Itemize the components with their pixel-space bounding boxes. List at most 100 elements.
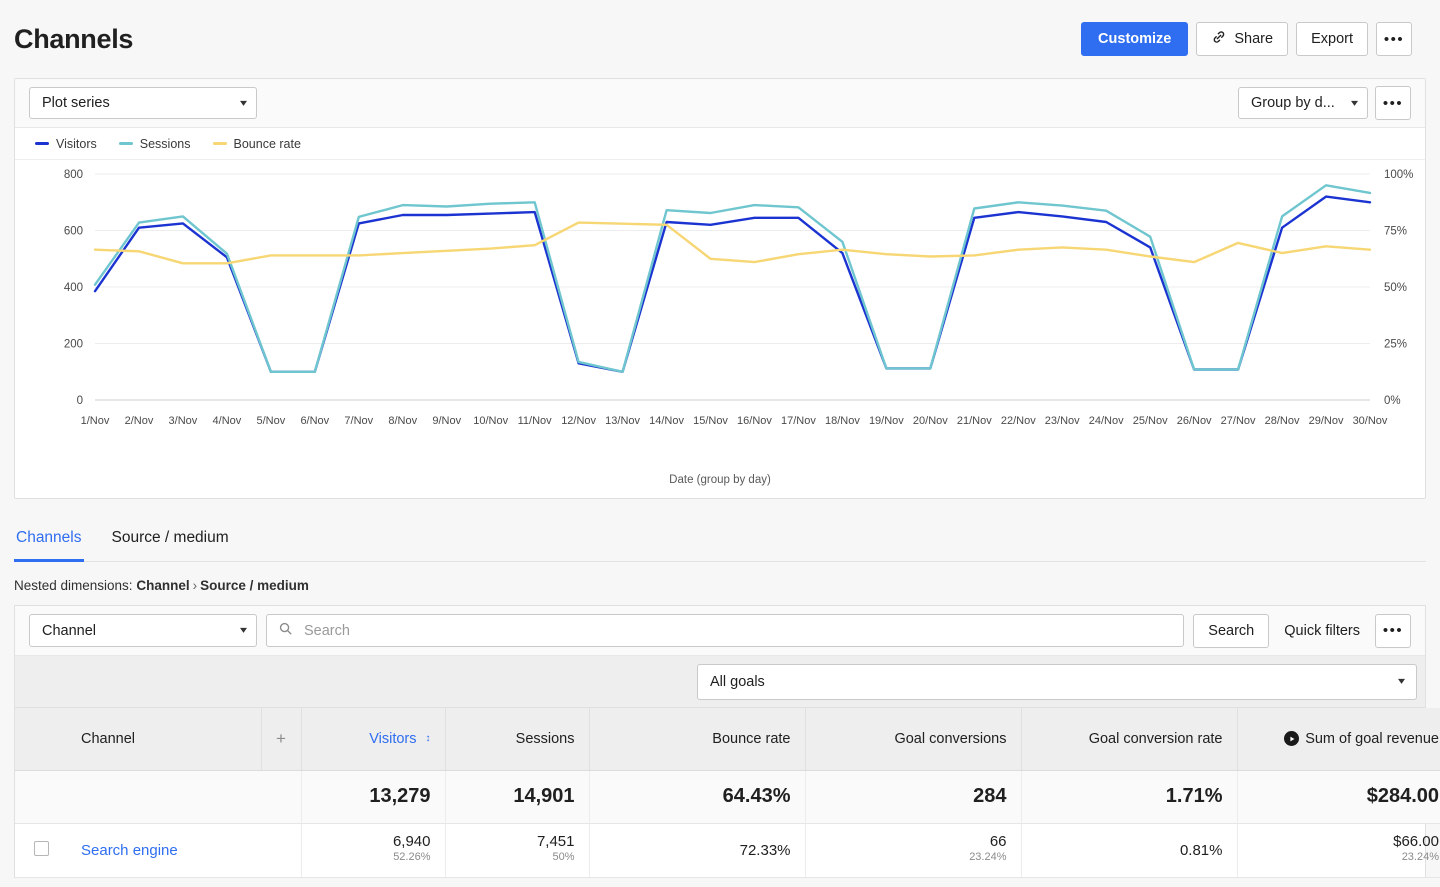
nested-dimension-second[interactable]: Source / medium (200, 578, 309, 593)
table-totals-row: 13,279 14,901 64.43% 284 1.71% $284.00 (15, 770, 1440, 824)
row-sessions-value: 7,451 (536, 833, 575, 851)
table-row: Search engine 6,940 52.26% 7,451 50% 72.… (15, 823, 1440, 878)
column-visitors-label: Visitors (369, 730, 417, 747)
group-by-select[interactable]: Group by d... ▾ (1238, 87, 1368, 119)
svg-text:4/Nov: 4/Nov (213, 415, 242, 427)
row-goal-conversions-cell: 66 23.24% (805, 823, 1022, 878)
legend-item-visitors[interactable]: Visitors (35, 137, 97, 151)
column-goal-conversions[interactable]: Goal conversions (805, 708, 1022, 771)
dimension-select-value: Channel (42, 622, 97, 639)
header-more-button[interactable]: ••• (1376, 22, 1412, 56)
table-body: 13,279 14,901 64.43% 284 1.71% $284.00 S… (15, 770, 1440, 878)
svg-text:18/Nov: 18/Nov (825, 415, 860, 427)
svg-text:8/Nov: 8/Nov (388, 415, 417, 427)
column-goal-revenue-label: Sum of goal revenue (1305, 730, 1439, 747)
svg-text:0%: 0% (1384, 395, 1401, 407)
column-goal-conversion-rate[interactable]: Goal conversion rate (1021, 708, 1238, 771)
quick-filters-button[interactable]: Quick filters (1278, 623, 1366, 639)
chart-legend: Visitors Sessions Bounce rate (15, 128, 1425, 160)
chart-toolbar: Plot series ▾ Group by d... ▾ ••• (15, 79, 1425, 128)
column-visitors[interactable]: Visitors ↕ (301, 708, 446, 771)
header-actions: Customize Share Export ••• (1081, 22, 1412, 56)
column-select-all (15, 708, 67, 771)
table-header-row: Channel + Visitors ↕ Sessions Bounce rat… (15, 708, 1440, 771)
legend-swatch (118, 142, 133, 145)
nested-dimension-first[interactable]: Channel (136, 578, 189, 593)
svg-text:1/Nov: 1/Nov (81, 415, 110, 427)
row-goal-conversions-value: 66 (989, 833, 1007, 851)
column-bounce-rate-label: Bounce rate (712, 730, 791, 747)
tab-channels[interactable]: Channels (14, 525, 84, 562)
column-sessions-label: Sessions (515, 730, 575, 747)
search-input[interactable] (302, 621, 1173, 640)
totals-visitors: 13,279 (301, 770, 446, 824)
chart-more-button[interactable]: ••• (1375, 86, 1411, 120)
chart-toolbar-right: Group by d... ▾ ••• (1238, 86, 1411, 120)
svg-text:2/Nov: 2/Nov (125, 415, 154, 427)
dimension-select[interactable]: Channel ▾ (29, 614, 257, 647)
line-chart: 0 200 400 600 800 0% 25% 50% 75% 100% 1/Nov 2/Nov 3/… (15, 160, 1425, 482)
add-column-button[interactable]: + (261, 708, 302, 771)
table-more-button[interactable]: ••• (1375, 613, 1411, 648)
nested-dimensions-separator: › (192, 578, 198, 593)
legend-item-sessions[interactable]: Sessions (118, 137, 191, 151)
tab-source-medium[interactable]: Source / medium (110, 525, 231, 562)
legend-label: Visitors (56, 136, 97, 151)
sort-caret-icon: ↕ (425, 733, 431, 745)
column-bounce-rate[interactable]: Bounce rate (589, 708, 806, 771)
column-goal-conversions-label: Goal conversions (894, 730, 1007, 747)
ellipsis-icon: ••• (1382, 622, 1404, 639)
column-goal-conversion-rate-label: Goal conversion rate (1088, 730, 1223, 747)
column-goal-revenue[interactable]: Sum of goal revenue (1237, 708, 1440, 771)
search-button[interactable]: Search (1193, 613, 1270, 648)
plot-series-value: Plot series (42, 95, 110, 111)
svg-text:600: 600 (64, 226, 83, 238)
chevron-down-icon: ▾ (1350, 97, 1359, 109)
svg-text:0: 0 (77, 395, 83, 407)
export-button[interactable]: Export (1296, 22, 1368, 56)
svg-text:7/Nov: 7/Nov (344, 415, 373, 427)
nested-dimensions: Nested dimensions: Channel › Source / medi… (14, 578, 1426, 593)
svg-text:800: 800 (64, 169, 83, 181)
row-sessions-percent: 50% (552, 851, 575, 864)
row-bounce-rate-cell: 72.33% (589, 823, 806, 878)
totals-goal-revenue: $284.00 (1237, 770, 1440, 824)
column-sessions[interactable]: Sessions (445, 708, 590, 771)
row-checkbox[interactable] (33, 840, 49, 856)
svg-text:19/Nov: 19/Nov (869, 415, 904, 427)
svg-text:24/Nov: 24/Nov (1089, 415, 1124, 427)
svg-text:16/Nov: 16/Nov (737, 415, 772, 427)
totals-select-cell (15, 770, 67, 824)
svg-text:29/Nov: 29/Nov (1309, 415, 1344, 427)
row-visitors-value: 6,940 (392, 833, 431, 851)
report-table: Channel + Visitors ↕ Sessions Bounce rat… (15, 708, 1440, 878)
totals-goal-conversion-rate: 1.71% (1021, 770, 1238, 824)
legend-item-bounce-rate[interactable]: Bounce rate (212, 137, 301, 151)
link-icon (1211, 29, 1227, 49)
chevron-down-icon: ▾ (239, 625, 248, 636)
table-filter-row: Channel ▾ Search Quick filters ••• (15, 606, 1425, 656)
row-select-cell[interactable] (15, 823, 67, 878)
plot-series-select[interactable]: Plot series ▾ (29, 87, 257, 119)
column-channel[interactable]: Channel (67, 708, 262, 771)
share-button[interactable]: Share (1196, 22, 1289, 56)
search-field[interactable] (266, 614, 1185, 647)
row-goal-conversion-rate-cell: 0.81% (1021, 823, 1238, 878)
svg-text:20/Nov: 20/Nov (913, 415, 948, 427)
svg-text:3/Nov: 3/Nov (169, 415, 198, 427)
svg-text:27/Nov: 27/Nov (1221, 415, 1256, 427)
svg-text:28/Nov: 28/Nov (1265, 415, 1300, 427)
svg-text:5/Nov: 5/Nov (256, 415, 285, 427)
play-circle-icon (1284, 731, 1300, 747)
svg-text:50%: 50% (1384, 282, 1407, 294)
row-visitors-percent: 52.26% (393, 851, 431, 864)
legend-swatch (212, 142, 227, 145)
channel-link[interactable]: Search engine (81, 842, 178, 859)
goals-row: All goals ▾ (15, 656, 1425, 708)
ellipsis-icon: ••• (1382, 94, 1404, 112)
row-goal-revenue-percent: 23.24% (1401, 851, 1439, 864)
svg-text:75%: 75% (1384, 226, 1407, 238)
svg-text:14/Nov: 14/Nov (649, 415, 684, 427)
goals-select[interactable]: All goals ▾ (697, 663, 1417, 700)
customize-button[interactable]: Customize (1081, 22, 1189, 56)
